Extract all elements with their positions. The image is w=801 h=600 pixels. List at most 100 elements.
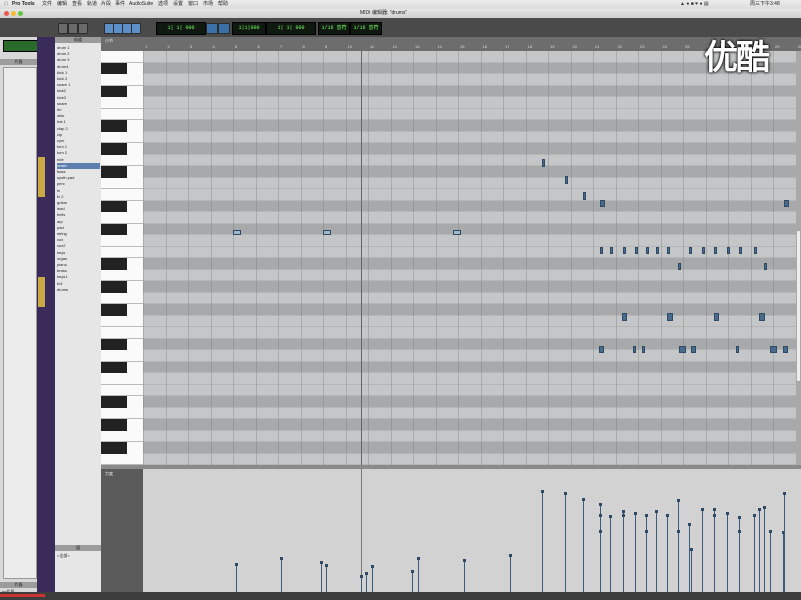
white-key[interactable] [101, 292, 143, 304]
play-button[interactable] [58, 23, 68, 34]
white-key[interactable] [101, 131, 143, 143]
velocity-stalk[interactable] [739, 531, 740, 592]
grid-value[interactable]: 1/16 音符 [318, 22, 350, 35]
velocity-handle[interactable] [645, 514, 648, 517]
track-list-item[interactable]: drum 2 [57, 51, 100, 57]
track-list-item[interactable]: ride [57, 157, 100, 163]
midi-note[interactable] [702, 247, 705, 254]
midi-note[interactable] [622, 313, 627, 321]
piano-keyboard[interactable] [101, 51, 144, 465]
midi-note[interactable] [783, 346, 788, 353]
velocity-stalk[interactable] [321, 562, 322, 592]
clips-header[interactable]: 片段 [0, 59, 37, 65]
midi-note[interactable] [635, 247, 638, 254]
menu-item[interactable]: 编辑 [57, 1, 67, 8]
velocity-stalk[interactable] [600, 531, 601, 592]
midi-note[interactable] [600, 247, 603, 254]
velocity-stalk[interactable] [759, 509, 760, 592]
track-list-item[interactable]: fx [57, 188, 100, 194]
black-key[interactable] [101, 338, 127, 350]
velocity-stalk[interactable] [281, 558, 282, 592]
velocity-stalk[interactable] [667, 515, 668, 592]
velocity-handle[interactable] [541, 490, 544, 493]
white-key[interactable] [101, 407, 143, 419]
midi-note[interactable] [646, 247, 649, 254]
velocity-handle[interactable] [371, 565, 374, 568]
velocity-stalk[interactable] [412, 571, 413, 592]
velocity-handle[interactable] [783, 492, 786, 495]
velocity-handle[interactable] [677, 530, 680, 533]
track-list-item[interactable]: piano [57, 262, 100, 268]
midi-note[interactable] [759, 313, 765, 321]
end-counter[interactable]: 1| 1| 000 [266, 22, 316, 35]
velocity-stalk[interactable] [565, 493, 566, 592]
start-counter[interactable]: 1| 1| 000 [156, 22, 206, 35]
midi-note[interactable] [656, 247, 659, 254]
black-key[interactable] [101, 120, 127, 132]
track-list-item[interactable]: hat 1 [57, 119, 100, 125]
white-key[interactable] [101, 154, 143, 166]
track-list-item[interactable]: fx 2 [57, 194, 100, 200]
white-key[interactable] [101, 246, 143, 258]
loop-button[interactable] [68, 23, 78, 34]
velocity-stalk[interactable] [656, 511, 657, 592]
velocity-stalk[interactable] [236, 564, 237, 592]
midi-note[interactable] [610, 247, 613, 254]
track-list-item[interactable]: shkr [57, 113, 100, 119]
velocity-handle[interactable] [417, 557, 420, 560]
velocity-handle[interactable] [634, 512, 637, 515]
white-key[interactable] [101, 189, 143, 201]
midi-note[interactable] [667, 247, 670, 254]
track-list-item[interactable]: fx3 [57, 281, 100, 287]
black-key[interactable] [101, 223, 127, 235]
midi-note[interactable] [600, 200, 605, 207]
midi-note[interactable] [714, 313, 719, 321]
midi-note[interactable] [714, 247, 717, 254]
velocity-handle[interactable] [609, 515, 612, 518]
velocity-stalk[interactable] [784, 493, 785, 592]
velocity-stalk[interactable] [635, 513, 636, 592]
track-list-item[interactable]: clp [57, 132, 100, 138]
velocity-handle[interactable] [713, 514, 716, 517]
black-key[interactable] [101, 361, 127, 373]
menu-item[interactable]: 选项 [158, 1, 168, 8]
track-list-item[interactable]: kick2 [57, 88, 100, 94]
velocity-handle[interactable] [599, 514, 602, 517]
velocity-handle[interactable] [509, 554, 512, 557]
scroll-indicator[interactable] [0, 594, 45, 597]
midi-note[interactable] [739, 247, 742, 254]
track-list-item[interactable]: snare 1 [57, 82, 100, 88]
midi-note[interactable] [736, 346, 739, 353]
track-list-item[interactable]: drum4 [57, 64, 100, 70]
track-list-item[interactable]: vox [57, 237, 100, 243]
track-list-item[interactable]: tom 2 [57, 150, 100, 156]
white-key[interactable] [101, 51, 143, 63]
velocity-stalk[interactable] [372, 566, 373, 592]
velocity-handle[interactable] [690, 548, 693, 551]
scroll-thumb[interactable] [797, 231, 800, 381]
menu-item[interactable]: 事件 [115, 1, 125, 8]
velocity-handle[interactable] [677, 499, 680, 502]
menu-item[interactable]: 窗口 [188, 1, 198, 8]
midi-note[interactable] [642, 346, 645, 353]
velocity-stalk[interactable] [361, 576, 362, 592]
velocity-handle[interactable] [599, 530, 602, 533]
velocity-handle[interactable] [365, 572, 368, 575]
velocity-handle[interactable] [235, 563, 238, 566]
close-icon[interactable] [4, 11, 9, 16]
midi-note[interactable] [542, 159, 545, 167]
menu-item[interactable]: 片段 [101, 1, 111, 8]
track-list-item[interactable]: arp [57, 219, 100, 225]
white-key[interactable] [101, 430, 143, 442]
velocity-handle[interactable] [325, 564, 328, 567]
track-list-item[interactable]: lead [57, 206, 100, 212]
track-list-item[interactable]: brass [57, 268, 100, 274]
black-key[interactable] [101, 166, 127, 178]
velocity-stalk[interactable] [714, 515, 715, 592]
midi-note[interactable] [727, 247, 730, 254]
midi-note[interactable] [678, 263, 681, 270]
track-list-item[interactable]: string [57, 231, 100, 237]
track-list-item[interactable]: vox2 [57, 243, 100, 249]
white-key[interactable] [101, 315, 143, 327]
white-key[interactable] [101, 327, 143, 339]
